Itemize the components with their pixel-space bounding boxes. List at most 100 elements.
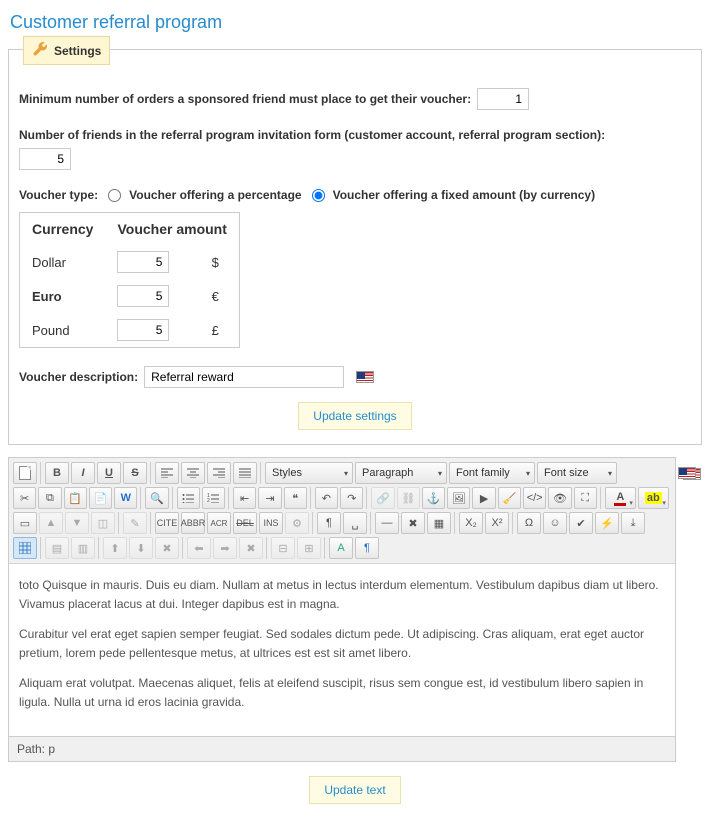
- editor-paragraph: Curabitur vel erat eget sapien semper fe…: [19, 625, 665, 662]
- merge-cells-icon[interactable]: ⊞: [297, 537, 321, 559]
- update-settings-button[interactable]: Update settings: [298, 402, 411, 430]
- currency-amount-input[interactable]: [117, 251, 169, 273]
- charmap-icon[interactable]: Ω: [517, 512, 541, 534]
- image-icon[interactable]: 🖼: [447, 487, 470, 509]
- voucher-type-row: Voucher type: Voucher offering a percent…: [19, 188, 691, 202]
- currency-symbol: £: [210, 313, 240, 348]
- currency-name: Dollar: [20, 245, 106, 279]
- align-right-icon[interactable]: [207, 462, 231, 484]
- redo-icon[interactable]: ↷: [340, 487, 363, 509]
- align-left-icon[interactable]: [155, 462, 179, 484]
- voucher-desc-input[interactable]: [144, 366, 344, 388]
- ltr-icon[interactable]: A: [329, 537, 353, 559]
- align-center-icon[interactable]: [181, 462, 205, 484]
- fullscreen-icon[interactable]: ⛶: [574, 487, 597, 509]
- editor-content[interactable]: toto Quisque in mauris. Duis eu diam. Nu…: [9, 564, 675, 736]
- backcolor-icon[interactable]: ab: [638, 487, 669, 509]
- style-props-icon[interactable]: ✎: [123, 512, 147, 534]
- update-text-button[interactable]: Update text: [309, 776, 400, 804]
- paste-word-icon[interactable]: W: [114, 487, 137, 509]
- row-props-icon[interactable]: ▤: [45, 537, 69, 559]
- col-delete-icon[interactable]: ✖: [239, 537, 263, 559]
- link-icon[interactable]: 🔗: [371, 487, 394, 509]
- layer-abs-icon[interactable]: ◫: [91, 512, 115, 534]
- emoticon-icon[interactable]: ☺: [543, 512, 567, 534]
- col-after-icon[interactable]: ➡: [213, 537, 237, 559]
- voucher-percent-radio[interactable]: [108, 189, 121, 202]
- nbsp-icon[interactable]: ␣: [343, 512, 367, 534]
- bullet-list-icon[interactable]: [177, 487, 200, 509]
- min-orders-input[interactable]: [477, 88, 529, 110]
- currency-header: Currency: [20, 213, 106, 246]
- abbr-icon[interactable]: ABBR: [181, 512, 205, 534]
- attribs-icon[interactable]: ⚙: [285, 512, 309, 534]
- cite-icon[interactable]: CITE: [155, 512, 179, 534]
- num-friends-input[interactable]: [19, 148, 71, 170]
- visual-aid-icon[interactable]: ▦: [427, 512, 451, 534]
- ins-icon[interactable]: INS: [259, 512, 283, 534]
- remove-format-icon[interactable]: ✖: [401, 512, 425, 534]
- copy-icon[interactable]: ⧉: [38, 487, 61, 509]
- outdent-icon[interactable]: ⇤: [233, 487, 256, 509]
- table-icon[interactable]: [13, 537, 37, 559]
- acronym-icon[interactable]: ACR: [207, 512, 231, 534]
- currency-amount-input[interactable]: [117, 285, 169, 307]
- code-icon[interactable]: </>: [523, 487, 546, 509]
- num-friends-label: Number of friends in the referral progra…: [19, 128, 691, 142]
- forecolor-icon[interactable]: A: [605, 487, 636, 509]
- italic-icon[interactable]: I: [71, 462, 95, 484]
- undo-icon[interactable]: ↶: [315, 487, 338, 509]
- indent-icon[interactable]: ⇥: [258, 487, 281, 509]
- sup-icon[interactable]: X²: [485, 512, 509, 534]
- row-after-icon[interactable]: ⬇: [129, 537, 153, 559]
- unlink-icon[interactable]: ⛓: [397, 487, 420, 509]
- flag-us-icon[interactable]: [356, 371, 374, 383]
- anchor-icon[interactable]: ⚓: [422, 487, 445, 509]
- page-title: Customer referral program: [0, 0, 710, 41]
- editor-paragraph: toto Quisque in mauris. Duis eu diam. Nu…: [19, 576, 665, 613]
- media-icon[interactable]: ▶: [472, 487, 495, 509]
- new-document-icon[interactable]: [13, 462, 37, 484]
- rich-text-editor: B I U S Styles Paragraph Font family Fon…: [8, 457, 676, 762]
- layer-back-icon[interactable]: ▼: [65, 512, 89, 534]
- blockquote-icon[interactable]: ❝: [284, 487, 307, 509]
- paragraph-select[interactable]: Paragraph: [355, 462, 447, 484]
- flag-us-icon[interactable]: [678, 467, 696, 479]
- voucher-fixed-radio[interactable]: [312, 189, 325, 202]
- cell-props-icon[interactable]: ▥: [71, 537, 95, 559]
- visualchars-icon[interactable]: ¶: [317, 512, 341, 534]
- layer-forward-icon[interactable]: ▲: [39, 512, 63, 534]
- row-before-icon[interactable]: ⬆: [103, 537, 127, 559]
- del-icon[interactable]: DEL: [233, 512, 257, 534]
- find-icon[interactable]: 🔍: [145, 487, 168, 509]
- iespell-icon[interactable]: ✔: [569, 512, 593, 534]
- rtl-icon[interactable]: ¶: [355, 537, 379, 559]
- underline-icon[interactable]: U: [97, 462, 121, 484]
- editor-paragraph: Aliquam erat volutpat. Maecenas aliquet,…: [19, 674, 665, 711]
- align-justify-icon[interactable]: [233, 462, 257, 484]
- preview-icon[interactable]: 👁: [548, 487, 571, 509]
- currency-amount-input[interactable]: [117, 319, 169, 341]
- paste-text-icon[interactable]: 📄: [89, 487, 112, 509]
- paste-icon[interactable]: 📋: [64, 487, 87, 509]
- clean-icon[interactable]: 🧹: [498, 487, 521, 509]
- path-value[interactable]: p: [48, 742, 55, 756]
- min-orders-row: Minimum number of orders a sponsored fri…: [19, 88, 691, 110]
- number-list-icon[interactable]: 12: [202, 487, 225, 509]
- strike-icon[interactable]: S: [123, 462, 147, 484]
- hr-icon[interactable]: —: [375, 512, 399, 534]
- pagebreak-icon[interactable]: ⤓: [621, 512, 645, 534]
- layer-icon[interactable]: ▭: [13, 512, 37, 534]
- font-family-select[interactable]: Font family: [449, 462, 535, 484]
- split-cells-icon[interactable]: ⊟: [271, 537, 295, 559]
- styles-select[interactable]: Styles: [265, 462, 353, 484]
- currency-table: Currency Voucher amount Dollar $ Euro € …: [19, 212, 240, 348]
- path-label: Path:: [17, 742, 45, 756]
- col-before-icon[interactable]: ⬅: [187, 537, 211, 559]
- flash-icon[interactable]: ⚡: [595, 512, 619, 534]
- bold-icon[interactable]: B: [45, 462, 69, 484]
- cut-icon[interactable]: ✂: [13, 487, 36, 509]
- row-delete-icon[interactable]: ✖: [155, 537, 179, 559]
- font-size-select[interactable]: Font size: [537, 462, 617, 484]
- sub-icon[interactable]: X₂: [459, 512, 483, 534]
